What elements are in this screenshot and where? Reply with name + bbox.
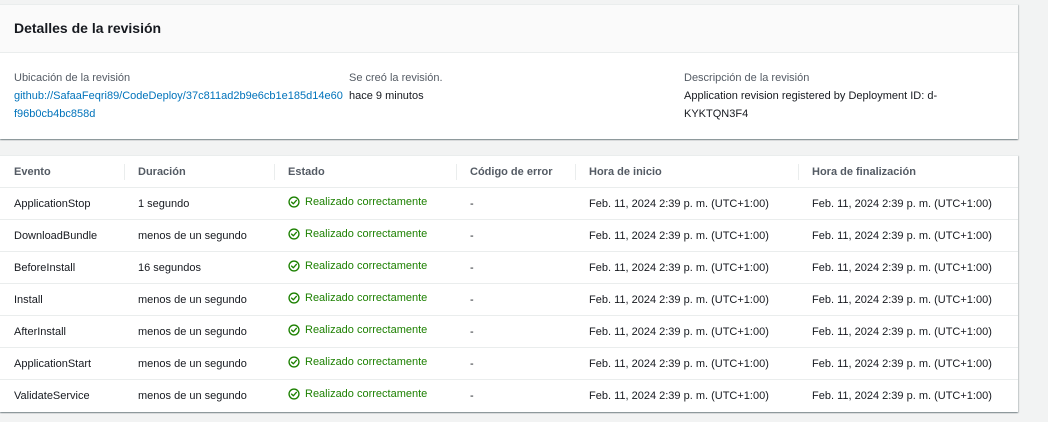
event-name: ApplicationStop: [0, 187, 124, 220]
event-error-code: -: [456, 347, 575, 380]
check-circle-icon: [288, 388, 300, 400]
event-duration: menos de un segundo: [124, 347, 274, 380]
column-header-start-time[interactable]: Hora de inicio: [575, 156, 798, 188]
event-error-code: -: [456, 283, 575, 316]
event-error-code: -: [456, 219, 575, 252]
column-header-end-time[interactable]: Hora de finalización: [798, 156, 1018, 188]
revision-location-field: Ubicación de la revisión github://SafaaF…: [14, 69, 344, 123]
event-start-time: Feb. 11, 2024 2:39 p. m. (UTC+1:00): [589, 389, 769, 402]
event-start-time: Feb. 11, 2024 2:39 p. m. (UTC+1:00): [575, 187, 798, 220]
event-status: Realizado correctamente: [274, 347, 456, 380]
column-header-error-code[interactable]: Código de error: [456, 156, 575, 188]
check-circle-icon: [288, 324, 300, 336]
table-row: Install menos de un segundo Realizado corr…: [0, 283, 1018, 316]
table-row: ValidateService menos de un segundo Realiz…: [0, 380, 1018, 412]
event-duration: menos de un segundo: [124, 219, 274, 252]
event-end-time: Feb. 11, 2024 2:39 p. m. (UTC+1:00): [812, 389, 992, 402]
event-status: Realizado correctamente: [274, 315, 456, 348]
event-error-code: -: [470, 389, 474, 402]
event-duration: 16 segundos: [124, 251, 274, 284]
event-end-time: Feb. 11, 2024 2:39 p. m. (UTC+1:00): [798, 219, 1018, 252]
check-circle-icon: [288, 292, 300, 304]
event-status: Realizado correctamente: [274, 219, 456, 252]
status-badge: Realizado correctamente: [288, 324, 427, 336]
event-start-time: Feb. 11, 2024 2:39 p. m. (UTC+1:00): [575, 251, 798, 284]
status-text: Realizado correctamente: [305, 324, 428, 336]
status-badge: Realizado correctamente: [288, 228, 427, 240]
revision-location-label: Ubicación de la revisión: [14, 72, 131, 84]
table-header-row: Evento Duración Estado Código de error H…: [0, 156, 1018, 188]
event-duration: menos de un segundo: [124, 283, 274, 316]
event-error-code: -: [456, 187, 575, 220]
event-error-code: -: [456, 251, 575, 284]
status-badge: Realizado correctamente: [288, 356, 427, 368]
event-start-time: Feb. 11, 2024 2:39 p. m. (UTC+1:00): [575, 347, 798, 380]
revision-details-header: Detalles de la revisión: [0, 5, 1018, 53]
event-end-time: Feb. 11, 2024 2:39 p. m. (UTC+1:00): [798, 315, 1018, 348]
status-text: Realizado correctamente: [305, 356, 428, 368]
check-circle-icon: [288, 196, 300, 208]
status-badge: Realizado correctamente: [288, 196, 427, 208]
revision-created-label: Se creó la revisión.: [349, 72, 443, 84]
event-end-time: Feb. 11, 2024 2:39 p. m. (UTC+1:00): [798, 187, 1018, 220]
event-end-time: Feb. 11, 2024 2:39 p. m. (UTC+1:00): [798, 347, 1018, 380]
event-name: AfterInstall: [0, 315, 124, 348]
event-end-time: Feb. 11, 2024 2:39 p. m. (UTC+1:00): [798, 251, 1018, 284]
status-badge: Realizado correctamente: [288, 292, 427, 304]
lifecycle-events-panel: Evento Duración Estado Código de error H…: [0, 155, 1018, 412]
event-status: Realizado correctamente: [274, 380, 456, 412]
status-text: Realizado correctamente: [305, 388, 428, 400]
revision-details-panel: Detalles de la revisión Ubicación de la …: [0, 4, 1018, 139]
event-error-code: -: [456, 315, 575, 348]
revision-details-title: Detalles de la revisión: [14, 20, 162, 36]
column-header-event[interactable]: Evento: [0, 156, 124, 188]
check-circle-icon: [288, 356, 300, 368]
revision-description-label: Descripción de la revisión: [684, 72, 810, 84]
revision-location-link[interactable]: github://SafaaFeqri89/CodeDeploy/37c811a…: [14, 87, 344, 123]
column-header-status[interactable]: Estado: [274, 156, 456, 188]
event-start-time: Feb. 11, 2024 2:39 p. m. (UTC+1:00): [575, 315, 798, 348]
revision-description-field: Descripción de la revisión Application r…: [684, 69, 974, 123]
event-name: ApplicationStart: [0, 347, 124, 380]
status-text: Realizado correctamente: [305, 228, 428, 240]
table-row: DownloadBundle menos de un segundo Realiza…: [0, 219, 1018, 252]
check-circle-icon: [288, 260, 300, 272]
event-duration: menos de un segundo: [138, 389, 247, 402]
status-text: Realizado correctamente: [305, 260, 428, 272]
column-header-duration[interactable]: Duración: [124, 156, 274, 188]
table-row: AfterInstall menos de un segundo Realizado…: [0, 315, 1018, 348]
revision-created-field: Se creó la revisión. hace 9 minutos: [349, 69, 649, 105]
status-text: Realizado correctamente: [305, 196, 428, 208]
revision-description-value: Application revision registered by Deplo…: [684, 90, 938, 120]
revision-details-grid: Ubicación de la revisión github://SafaaF…: [0, 53, 1018, 138]
table-row: BeforeInstall 16 segundos Realizado correc…: [0, 251, 1018, 284]
event-start-time: Feb. 11, 2024 2:39 p. m. (UTC+1:00): [575, 283, 798, 316]
event-status: Realizado correctamente: [274, 251, 456, 284]
event-name: BeforeInstall: [0, 251, 124, 284]
event-status: Realizado correctamente: [274, 283, 456, 316]
check-circle-icon: [288, 228, 300, 240]
event-end-time: Feb. 11, 2024 2:39 p. m. (UTC+1:00): [798, 283, 1018, 316]
lifecycle-events-body: ApplicationStop 1 segundo Realizado correc…: [0, 187, 1018, 412]
event-name: DownloadBundle: [0, 219, 124, 252]
event-status: Realizado correctamente: [274, 187, 456, 220]
event-start-time: Feb. 11, 2024 2:39 p. m. (UTC+1:00): [575, 219, 798, 252]
lifecycle-events-table: Evento Duración Estado Código de error H…: [0, 156, 1018, 411]
status-badge: Realizado correctamente: [288, 388, 427, 400]
event-duration: menos de un segundo: [124, 315, 274, 348]
revision-created-value: hace 9 minutos: [349, 90, 424, 102]
table-row: ApplicationStop 1 segundo Realizado correc…: [0, 187, 1018, 220]
event-name: Install: [0, 283, 124, 316]
status-text: Realizado correctamente: [305, 292, 428, 304]
status-badge: Realizado correctamente: [288, 260, 427, 272]
table-row: ApplicationStart menos de un segundo Reali…: [0, 347, 1018, 380]
event-duration: 1 segundo: [124, 187, 274, 220]
event-name: ValidateService: [14, 389, 90, 402]
